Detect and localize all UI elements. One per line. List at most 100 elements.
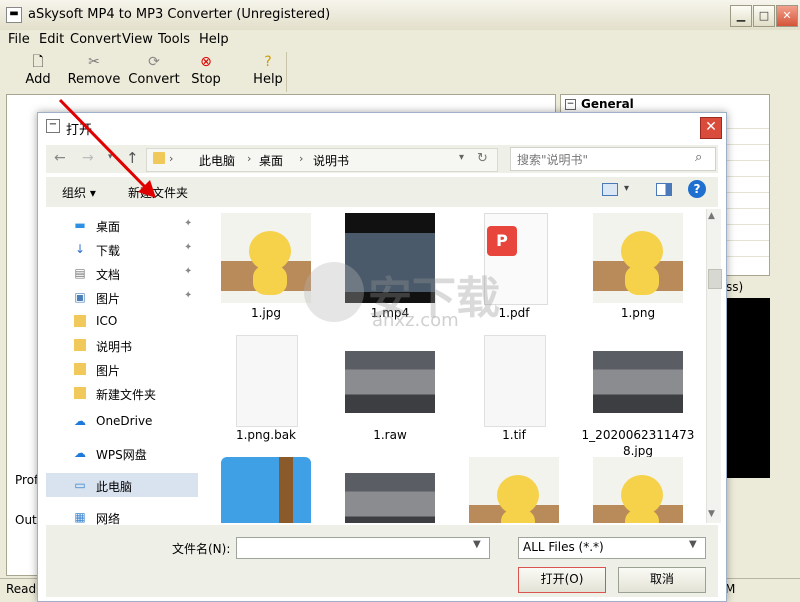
nav-item-1[interactable]: ▬ 桌面 ✦ <box>46 213 198 237</box>
breadcrumb-desktop[interactable]: 桌面 <box>259 152 283 169</box>
scroll-up-icon[interactable]: ▲ <box>708 211 715 221</box>
navigation-bar: ← → ▾ ↑ › 此电脑 › 桌面 › 说明书 ▾ ↻ 搜索"说明书" ⌕ <box>46 145 718 173</box>
network-icon: ▦ <box>74 510 86 524</box>
nav-item-9[interactable]: ☁ OneDrive <box>46 409 198 433</box>
scroll-down-icon[interactable]: ▼ <box>708 509 715 519</box>
nav-item-6[interactable]: 说明书 <box>46 333 198 357</box>
address-dropdown-icon[interactable]: ▾ <box>459 152 464 163</box>
file-item[interactable]: 1.raw <box>330 333 440 453</box>
computer-icon: ▭ <box>74 478 86 492</box>
menu-edit[interactable]: Edit <box>39 32 64 47</box>
nav-item-label: 图片 <box>96 292 121 306</box>
scroll-thumb[interactable] <box>708 269 722 289</box>
file-item[interactable]: 1.png.bak <box>206 333 316 453</box>
nav-item-8[interactable]: 新建文件夹 <box>46 381 198 405</box>
view-dropdown-icon[interactable]: ▾ <box>624 183 629 194</box>
help-button[interactable]: ? Help <box>250 52 286 92</box>
nav-item-4[interactable]: ▣ 图片 ✦ <box>46 285 198 309</box>
search-box[interactable]: 搜索"说明书" ⌕ <box>510 147 716 171</box>
cat-image-thumbnail <box>593 213 683 303</box>
open-button[interactable]: 打开(O) <box>518 567 606 593</box>
desktop-icon: ▬ <box>74 218 86 232</box>
nav-item-label: 文档 <box>96 268 121 282</box>
breadcrumb-this-pc[interactable]: 此电脑 <box>199 152 235 169</box>
filetype-value: ALL Files (*.*) <box>523 540 604 554</box>
zip-strap-shape <box>279 457 293 523</box>
vertical-scrollbar[interactable]: ▲ ▼ <box>706 209 722 523</box>
file-name: 1.png.bak <box>235 428 297 442</box>
cat-body-shape <box>501 509 535 523</box>
add-button[interactable]: 🗋 Add <box>20 52 56 92</box>
maximize-button[interactable]: □ <box>753 5 775 27</box>
cancel-button[interactable]: 取消 <box>618 567 706 593</box>
search-icon[interactable]: ⌕ <box>695 150 702 165</box>
app-title-bar: ▬ aSkysoft MP4 to MP3 Converter (Unregis… <box>0 0 800 31</box>
nav-item-5[interactable]: ICO <box>46 309 198 333</box>
breadcrumb-separator-icon: › <box>299 152 304 165</box>
filetype-select[interactable]: ALL Files (*.*) ▼ <box>518 537 706 559</box>
nav-item-2[interactable]: ↓ 下载 ✦ <box>46 237 198 261</box>
convert-label: Convert <box>128 72 180 87</box>
close-button[interactable]: ✕ <box>776 5 798 27</box>
file-item[interactable] <box>578 455 688 523</box>
filename-dropdown-icon[interactable]: ▼ <box>473 539 481 550</box>
cat-body-shape <box>625 265 659 295</box>
dialog-menu-icon[interactable]: − <box>46 119 60 133</box>
menu-help[interactable]: Help <box>199 32 229 47</box>
file-item[interactable] <box>454 455 564 523</box>
remove-button[interactable]: ✂ Remove <box>66 52 122 92</box>
breadcrumb-manual[interactable]: 说明书 <box>313 152 349 169</box>
dogs-image-thumbnail <box>345 473 435 523</box>
cat-body-shape <box>625 509 659 523</box>
nav-item-7[interactable]: 图片 <box>46 357 198 381</box>
collapse-icon[interactable]: − <box>565 99 576 110</box>
up-arrow-icon[interactable]: ↑ <box>126 149 139 167</box>
menu-tools[interactable]: Tools <box>158 32 190 47</box>
nav-item-label: OneDrive <box>96 414 153 428</box>
help-icon[interactable]: ? <box>688 180 706 198</box>
filename-label: 文件名(N): <box>172 542 231 556</box>
menu-file[interactable]: File <box>8 32 30 47</box>
menu-convert[interactable]: Convert <box>70 32 121 47</box>
new-folder-button[interactable]: 新建文件夹 <box>128 184 188 201</box>
file-item[interactable] <box>330 455 440 523</box>
pin-icon: ✦ <box>184 290 193 301</box>
general-header: General <box>581 97 634 111</box>
cat-image-thumbnail <box>593 457 683 523</box>
nav-item-3[interactable]: ▤ 文档 ✦ <box>46 261 198 285</box>
picture-icon: ▣ <box>74 290 86 304</box>
file-item[interactable] <box>206 455 316 523</box>
dialog-close-button[interactable]: ✕ <box>700 117 722 139</box>
file-name: 1.raw <box>373 428 407 442</box>
file-name: 1.png <box>620 306 656 320</box>
preview-pane-icon[interactable] <box>656 183 672 196</box>
file-item[interactable]: 1.png <box>578 211 688 331</box>
stop-button[interactable]: ⊗ Stop <box>188 52 224 92</box>
breadcrumb-separator-icon: › <box>169 152 174 165</box>
pdf-badge-icon: P <box>487 226 517 256</box>
folder-icon <box>74 363 86 375</box>
folder-icon <box>153 152 165 164</box>
view-icon[interactable] <box>602 183 618 196</box>
file-item[interactable]: 1_20200623114738.jpg <box>578 333 694 458</box>
convert-button[interactable]: ⟳ Convert <box>126 52 182 92</box>
file-item[interactable]: 1.tif <box>454 333 564 453</box>
organize-button[interactable]: 组织 ▾ <box>62 184 96 201</box>
address-bar[interactable]: › 此电脑 › 桌面 › 说明书 ▾ ↻ <box>146 148 498 172</box>
filetype-dropdown-icon[interactable]: ▼ <box>689 539 697 550</box>
file-item[interactable]: 1.jpg <box>206 211 316 331</box>
refresh-icon[interactable]: ↻ <box>477 151 488 166</box>
app-menu-icon[interactable]: ▬ <box>6 7 22 23</box>
nav-item-11[interactable]: ▭ 此电脑 <box>46 473 198 497</box>
pin-icon: ✦ <box>184 266 193 277</box>
back-arrow-icon[interactable]: ← <box>54 150 66 166</box>
menu-view[interactable]: View <box>122 32 153 47</box>
forward-arrow-icon[interactable]: → <box>82 150 94 166</box>
status-text: Read <box>6 582 37 596</box>
blank-file-icon <box>484 335 546 427</box>
recent-chevron-icon[interactable]: ▾ <box>108 152 113 162</box>
file-name: 1.tif <box>502 428 526 442</box>
minimize-button[interactable]: ▁ <box>730 5 752 27</box>
nav-item-10[interactable]: ☁ WPS网盘 <box>46 441 198 465</box>
filename-input[interactable]: ▼ <box>236 537 490 559</box>
